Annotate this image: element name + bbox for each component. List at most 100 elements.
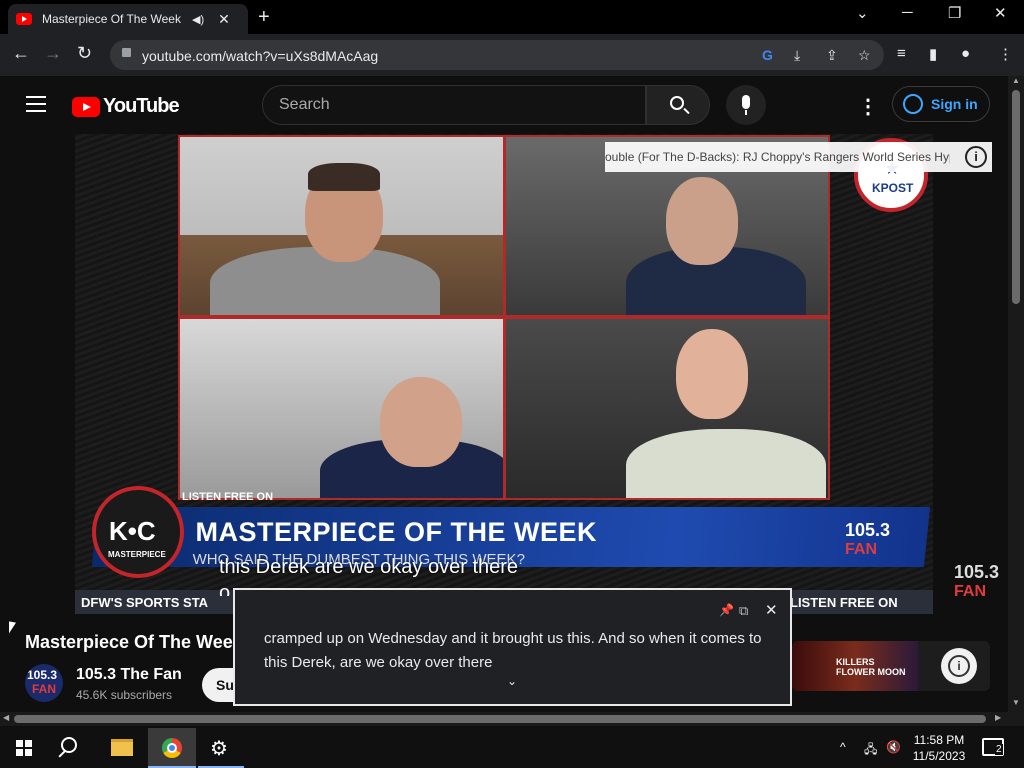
bookmark-star-icon[interactable]: ☆ [858, 47, 871, 64]
side-station-number: 105.3 [954, 562, 1000, 582]
taskbar-search-icon[interactable] [61, 737, 77, 753]
close-caption-icon[interactable]: ✕ [765, 601, 778, 619]
browser-tab[interactable]: Masterpiece Of The Week: K ◀) ✕ [8, 4, 248, 34]
side-station-logo: 105.3 FAN [954, 562, 999, 601]
avatar-number: 105.3 [27, 668, 58, 682]
youtube-favicon-icon [16, 13, 32, 25]
listen-free-label: LISTEN FREE ON [182, 491, 274, 503]
windows-taskbar: ⚙ ^ 🖧 🔇 11:58 PM 11/5/2023 2 [0, 728, 1024, 768]
horizontal-scrollbar[interactable]: ◀ ▶ [0, 712, 1008, 726]
masterpiece-badge: K•C MASTERPIECE [92, 486, 184, 578]
masterpiece-label: MASTERPIECE [108, 550, 166, 559]
ad-info-button[interactable]: i [941, 648, 977, 684]
lock-icon [122, 48, 131, 57]
clock-time: 11:58 PM [913, 733, 965, 747]
video-caption-line-2: o [219, 582, 231, 596]
video-player[interactable]: ★ KPOST MASTERPIECE OF THE WEEK WHO SAID… [75, 134, 933, 614]
youtube-logo[interactable]: YouTube [72, 95, 180, 118]
restore-button[interactable]: ❐ [948, 4, 961, 22]
chrome-menu-icon[interactable]: ⋮ [998, 45, 1013, 63]
voice-search-button[interactable] [726, 85, 766, 125]
ticker-left-text: DFW'S SPORTS STA [81, 595, 209, 610]
search-button[interactable] [646, 85, 710, 125]
live-caption-body: 📌 ⧉ ✕ cramped up on Wednesday and it bro… [239, 594, 786, 700]
reading-list-icon[interactable]: ≡ [897, 45, 906, 62]
vertical-scrollbar[interactable]: ▲ ▼ [1008, 76, 1024, 712]
browser-toolbar: ← → ↻ youtube.com/watch?v=uXs8dMAcAag G … [0, 34, 1024, 76]
video-feed-bottom-right [504, 317, 830, 500]
notification-center-icon[interactable]: 2 [982, 738, 1004, 756]
file-explorer-icon[interactable] [111, 739, 133, 756]
sign-in-button[interactable]: Sign in [892, 86, 990, 122]
expand-window-icon[interactable]: ⧉ [739, 603, 748, 619]
channel-name[interactable]: 105.3 The Fan [76, 666, 182, 684]
logo-text: YouTube [103, 95, 180, 117]
url-text[interactable]: youtube.com/watch?v=uXs8dMAcAag [142, 48, 378, 64]
scroll-right-icon[interactable]: ▶ [995, 713, 1001, 722]
banner-title: MASTERPIECE OF THE WEEK [195, 517, 598, 547]
network-icon[interactable]: 🖧 [864, 740, 877, 761]
channel-avatar[interactable]: 105.3 FAN [25, 664, 63, 702]
sign-in-label: Sign in [931, 96, 978, 112]
suggestion-title[interactable]: ouble (For The D-Backs): RJ Choppy's Ran… [605, 150, 950, 164]
side-panel-icon[interactable]: ▮ [929, 45, 937, 63]
settings-taskbar-button[interactable]: ⚙ [198, 728, 244, 768]
kc-logo-text: K•C [109, 516, 156, 546]
avatar-fan: FAN [32, 682, 56, 696]
hamburger-menu-icon[interactable] [26, 96, 46, 112]
install-icon[interactable]: ⤓ [794, 47, 800, 64]
notification-count: 2 [995, 744, 1003, 755]
video-title: Masterpiece Of The Week: K [25, 632, 267, 652]
tab-search-icon[interactable]: ⌄ [856, 4, 869, 22]
forward-arrow-icon[interactable]: → [44, 43, 62, 64]
tab-title: Masterpiece Of The Week: K [42, 12, 182, 26]
pin-icon[interactable]: 📌 [719, 603, 734, 617]
kpost-label: KPOST [872, 181, 914, 195]
start-button-icon[interactable] [16, 740, 32, 756]
side-station-fan: FAN [954, 583, 986, 600]
search-box[interactable] [262, 85, 646, 125]
speaker-icon[interactable]: ◀) [192, 13, 204, 26]
tray-overflow-icon[interactable]: ^ [840, 740, 846, 754]
scroll-left-icon[interactable]: ◀ [3, 713, 9, 722]
scroll-up-icon[interactable]: ▲ [1012, 76, 1020, 85]
search-input[interactable] [263, 86, 645, 124]
volume-muted-icon[interactable]: 🔇 [886, 740, 901, 754]
address-bar[interactable]: youtube.com/watch?v=uXs8dMAcAag G ⤓ ⇪ ☆ [110, 40, 884, 70]
subscriber-count: 45.6K subscribers [76, 688, 173, 702]
chrome-icon [162, 738, 182, 758]
live-caption-panel[interactable]: 📌 ⧉ ✕ cramped up on Wednesday and it bro… [233, 588, 792, 706]
reload-icon[interactable]: ↻ [77, 43, 92, 64]
clock-date: 11/5/2023 [912, 749, 966, 763]
back-arrow-icon[interactable]: ← [12, 43, 30, 64]
tab-strip: Masterpiece Of The Week: K ◀) ✕ + ⌄ ─ ❐ … [0, 0, 1024, 34]
horizontal-scroll-thumb[interactable] [14, 715, 986, 723]
video-feed-top-left [178, 135, 505, 317]
account-icon [903, 94, 923, 114]
info-icon[interactable]: i [965, 146, 987, 168]
minimize-button[interactable]: ─ [902, 4, 913, 21]
google-lens-icon[interactable]: G [762, 47, 773, 63]
ticker-right-text: LISTEN FREE ON [790, 595, 898, 610]
close-tab-icon[interactable]: ✕ [218, 11, 230, 28]
ad-title-line-2: FLOWER MOON [836, 667, 906, 677]
profile-icon[interactable]: ● [961, 45, 970, 62]
settings-menu-icon[interactable]: ⋮ [858, 94, 878, 119]
chevron-down-icon[interactable]: ⌄ [507, 674, 517, 688]
youtube-play-icon [72, 96, 100, 117]
new-tab-button[interactable]: + [258, 6, 270, 29]
share-icon[interactable]: ⇪ [826, 47, 838, 64]
gear-icon: ⚙ [210, 738, 228, 760]
end-screen-suggestion[interactable]: ouble (For The D-Backs): RJ Choppy's Ran… [605, 142, 992, 172]
live-caption-text: cramped up on Wednesday and it brought u… [264, 630, 762, 671]
scroll-down-icon[interactable]: ▼ [1012, 698, 1020, 707]
station-logo: 105.3 FAN [845, 520, 890, 559]
video-feed-bottom-left [178, 317, 505, 500]
close-window-button[interactable]: ✕ [994, 4, 1007, 22]
system-clock[interactable]: 11:58 PM 11/5/2023 [906, 732, 972, 764]
mouse-cursor-icon [9, 621, 16, 635]
vertical-scroll-thumb[interactable] [1012, 90, 1020, 304]
chrome-taskbar-button[interactable] [148, 728, 196, 768]
youtube-header: YouTube ⋮ Sign in [0, 76, 1008, 134]
station-fan: FAN [845, 541, 877, 558]
